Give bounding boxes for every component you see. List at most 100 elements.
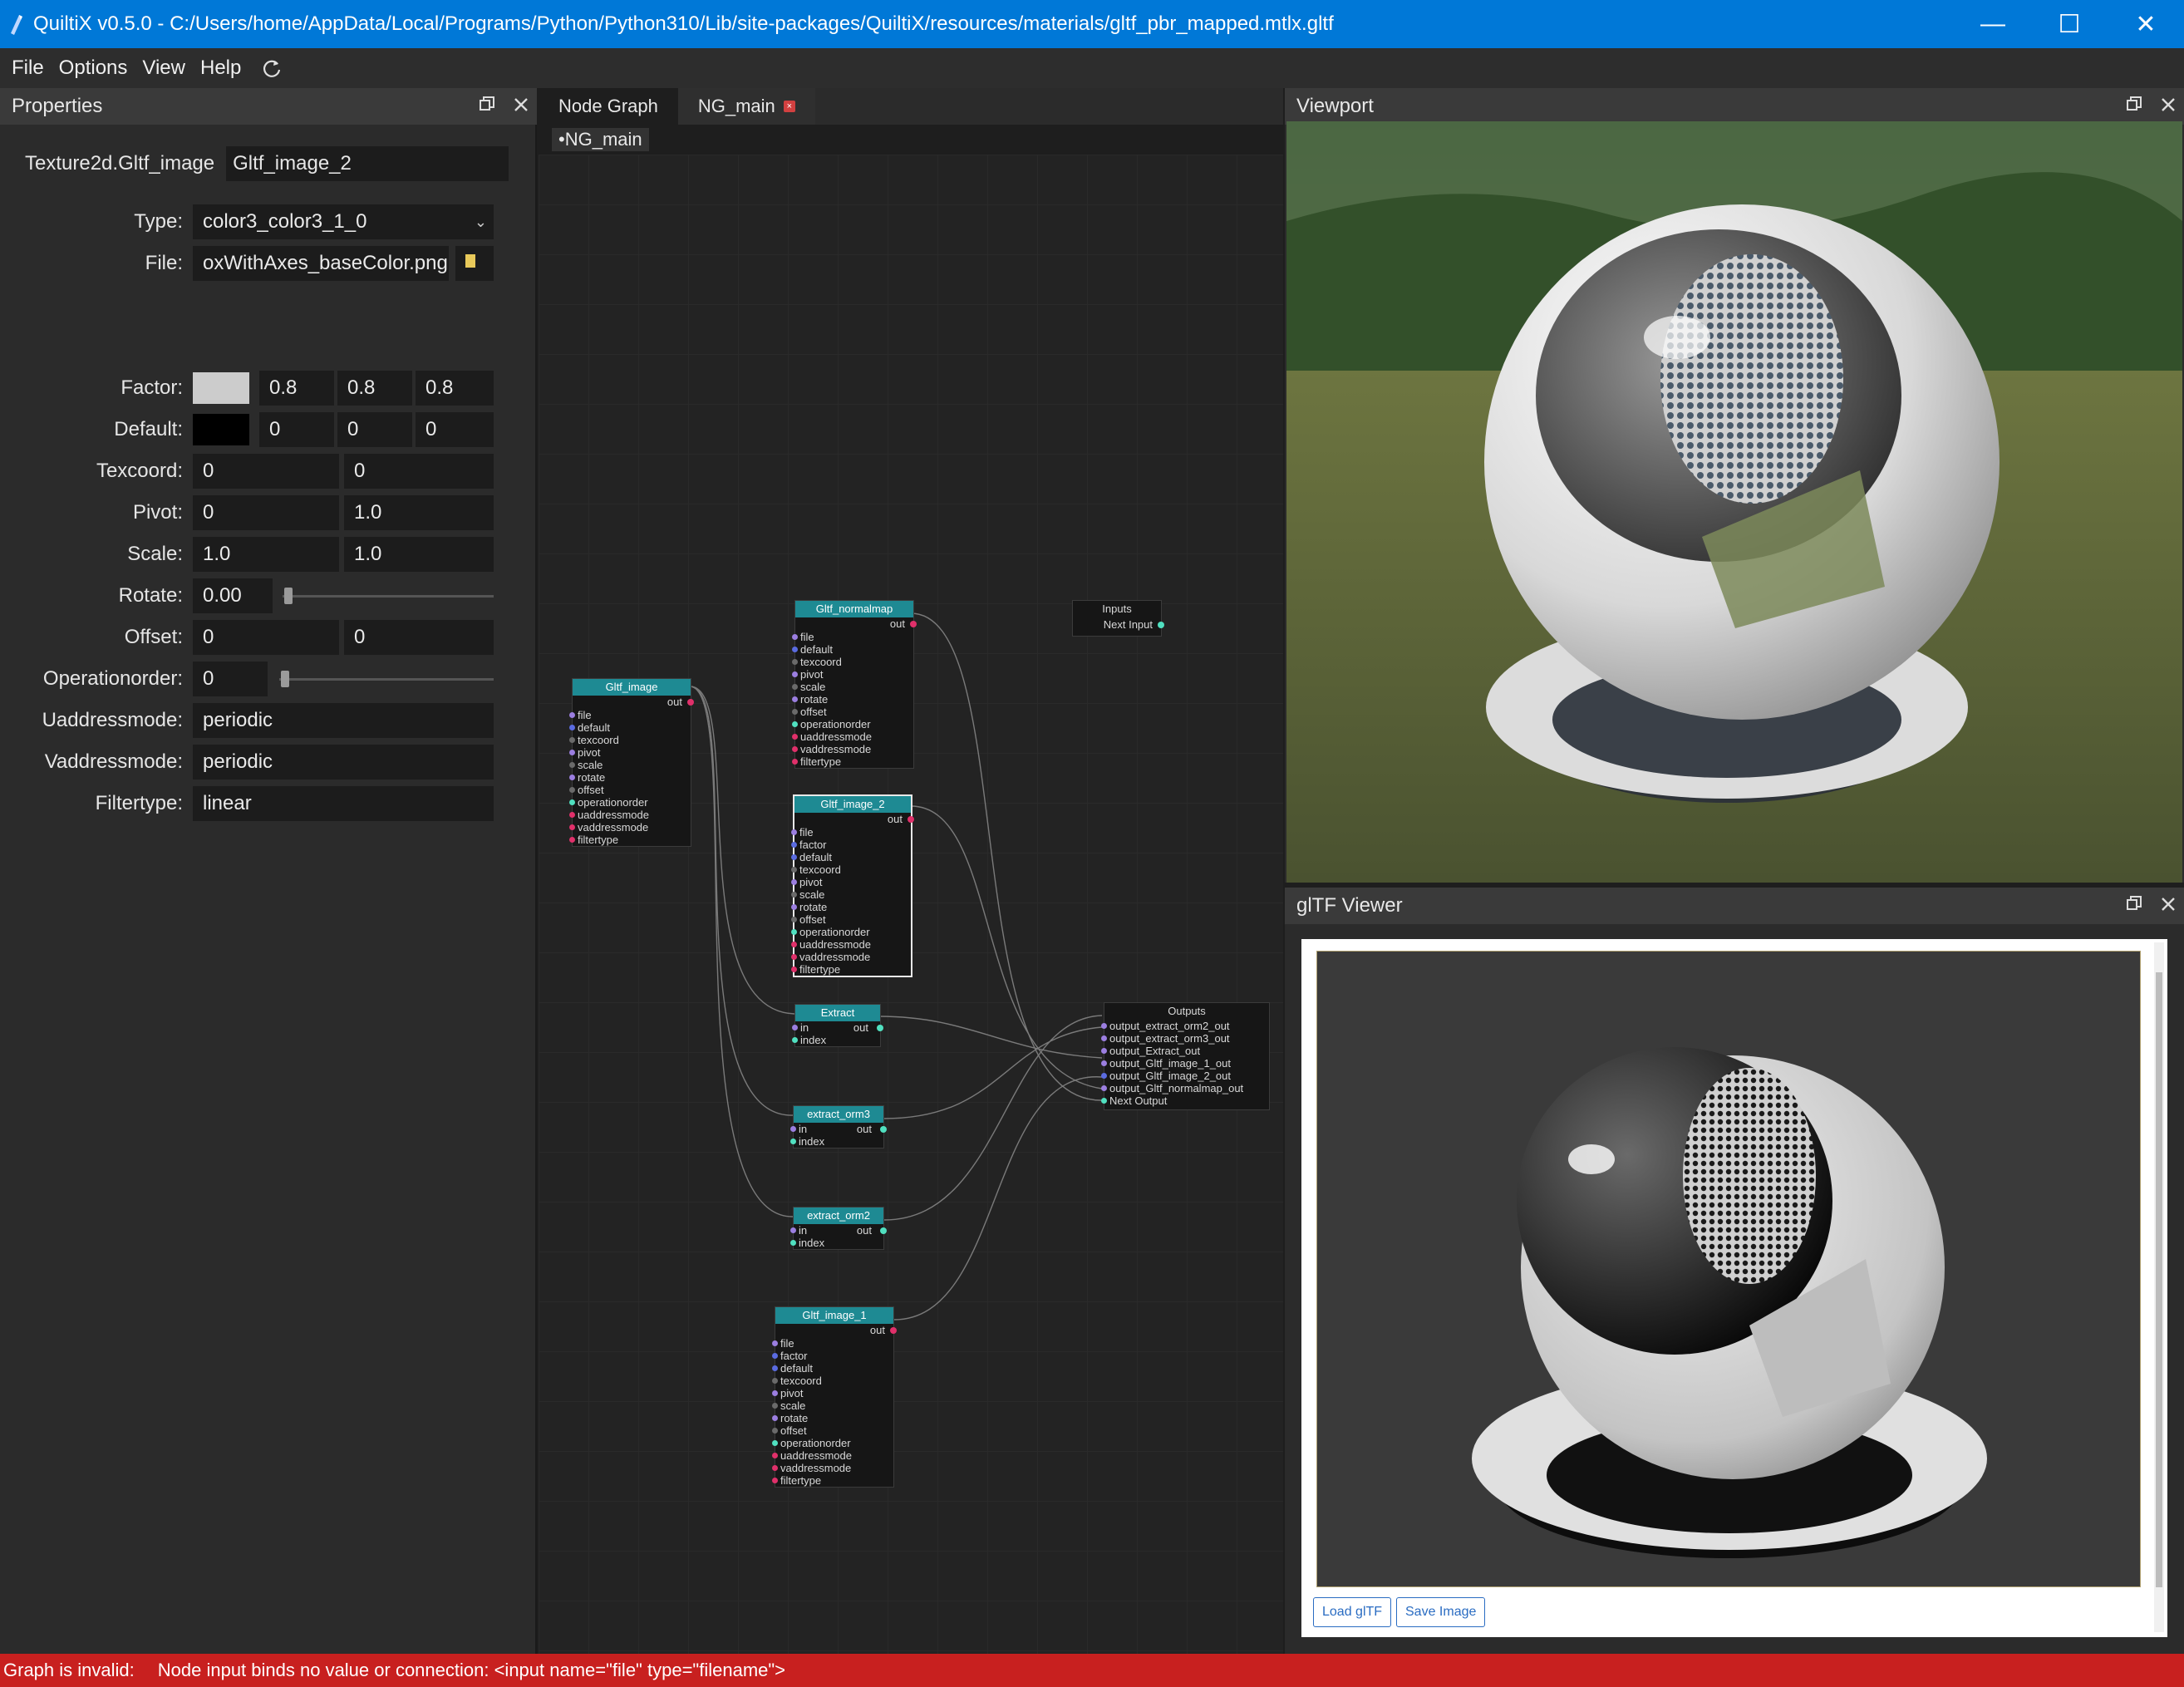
input-port[interactable]: operationorder: [792, 718, 913, 730]
texcoord-v-input[interactable]: 0: [344, 454, 494, 489]
float-panel-icon[interactable]: [2126, 894, 2142, 917]
input-port[interactable]: rotate: [772, 1412, 893, 1424]
gltf-render-canvas[interactable]: [1316, 951, 2141, 1587]
output-port[interactable]: Next Input: [1073, 617, 1164, 632]
input-port[interactable]: offset: [792, 706, 913, 718]
input-port[interactable]: output_extract_orm2_out: [1101, 1020, 1269, 1032]
input-port[interactable]: filtertype: [791, 963, 911, 976]
output-port-dot[interactable]: [890, 1327, 897, 1334]
node-gltf-image-2[interactable]: Gltf_image_2 out file factor default tex…: [791, 794, 914, 977]
input-port[interactable]: in out: [792, 1021, 883, 1034]
input-port[interactable]: rotate: [792, 693, 913, 706]
input-port[interactable]: rotate: [791, 901, 911, 913]
graph-canvas[interactable]: Gltf_normalmap out file default texcoord…: [539, 155, 1283, 1654]
input-port[interactable]: vaddressmode: [569, 821, 691, 834]
input-port[interactable]: texcoord: [791, 863, 911, 876]
rotate-input[interactable]: 0.00: [193, 578, 273, 613]
menu-help[interactable]: Help: [200, 57, 241, 80]
input-port[interactable]: filtertype: [569, 834, 691, 846]
input-port[interactable]: file: [772, 1337, 893, 1350]
node-gltf-image[interactable]: Gltf_image out file default texcoord piv…: [569, 678, 694, 847]
node-extract-orm3[interactable]: extract_orm3 in out index: [790, 1105, 887, 1148]
input-port[interactable]: vaddressmode: [792, 743, 913, 755]
output-port-dot[interactable]: [1158, 622, 1164, 628]
input-port[interactable]: pivot: [791, 876, 911, 888]
input-port[interactable]: file: [791, 826, 911, 839]
input-port[interactable]: pivot: [792, 668, 913, 681]
operationorder-input[interactable]: 0: [193, 662, 268, 696]
output-port-dot[interactable]: [880, 1126, 887, 1133]
close-panel-icon[interactable]: [2161, 894, 2176, 917]
input-port[interactable]: factor: [791, 839, 911, 851]
rotate-slider-handle[interactable]: [284, 588, 293, 604]
input-port[interactable]: offset: [569, 784, 691, 796]
factor-color-swatch[interactable]: [193, 372, 249, 404]
refresh-icon[interactable]: [261, 57, 283, 79]
input-port[interactable]: in out: [790, 1224, 887, 1237]
output-port-dot[interactable]: [880, 1227, 887, 1234]
output-port-dot[interactable]: [908, 816, 914, 823]
node-extract-orm2[interactable]: extract_orm2 in out index: [790, 1207, 887, 1250]
float-panel-icon[interactable]: [479, 95, 495, 118]
minimize-button[interactable]: —: [1955, 0, 2031, 48]
input-port[interactable]: scale: [792, 681, 913, 693]
node-output-port[interactable]: out: [573, 696, 694, 709]
input-port[interactable]: in out: [790, 1123, 887, 1135]
file-input[interactable]: oxWithAxes_baseColor.png: [193, 246, 449, 281]
node-gltf-normalmap[interactable]: Gltf_normalmap out file default texcoord…: [792, 600, 917, 769]
input-port[interactable]: pivot: [772, 1387, 893, 1399]
node-gltf-image-1[interactable]: Gltf_image_1 out file factor default tex…: [772, 1306, 897, 1488]
input-port[interactable]: index: [792, 1034, 880, 1046]
filtertype-input[interactable]: linear: [193, 786, 494, 821]
input-port[interactable]: file: [792, 631, 913, 643]
node-output-port[interactable]: out: [775, 1324, 897, 1337]
menu-file[interactable]: File: [12, 57, 44, 80]
input-port[interactable]: offset: [772, 1424, 893, 1437]
node-extract[interactable]: Extract in out index: [792, 1004, 883, 1047]
input-port[interactable]: output_Gltf_image_2_out: [1101, 1070, 1269, 1082]
input-port[interactable]: pivot: [569, 746, 691, 759]
float-panel-icon[interactable]: [2126, 95, 2142, 118]
default-g-input[interactable]: 0: [337, 412, 412, 447]
browse-file-button[interactable]: [455, 246, 494, 281]
default-color-swatch[interactable]: [193, 414, 249, 445]
input-port[interactable]: default: [791, 851, 911, 863]
input-port[interactable]: filtertype: [792, 755, 913, 768]
maximize-button[interactable]: ☐: [2031, 0, 2108, 48]
input-port[interactable]: scale: [791, 888, 911, 901]
input-port[interactable]: uaddressmode: [772, 1449, 893, 1462]
input-port[interactable]: output_Extract_out: [1101, 1045, 1269, 1057]
gltf-scrollbar[interactable]: [2154, 942, 2164, 1632]
input-port[interactable]: texcoord: [569, 734, 691, 746]
default-r-input[interactable]: 0: [259, 412, 334, 447]
offset-y-input[interactable]: 0: [344, 620, 494, 655]
input-port[interactable]: output_Gltf_normalmap_out: [1101, 1082, 1269, 1094]
input-port[interactable]: operationorder: [569, 796, 691, 809]
tab-node-graph[interactable]: Node Graph: [539, 88, 678, 125]
uaddressmode-input[interactable]: periodic: [193, 703, 494, 738]
menu-view[interactable]: View: [142, 57, 185, 80]
vaddressmode-input[interactable]: periodic: [193, 745, 494, 780]
scale-x-input[interactable]: 1.0: [193, 537, 339, 572]
factor-r-input[interactable]: 0.8: [259, 371, 334, 406]
gltf-scrollbar-thumb[interactable]: [2156, 972, 2162, 1587]
scale-y-input[interactable]: 1.0: [344, 537, 494, 572]
menu-options[interactable]: Options: [59, 57, 128, 80]
default-b-input[interactable]: 0: [416, 412, 494, 447]
texcoord-u-input[interactable]: 0: [193, 454, 339, 489]
input-port[interactable]: factor: [772, 1350, 893, 1362]
rotate-slider[interactable]: [283, 595, 494, 598]
input-port[interactable]: texcoord: [772, 1375, 893, 1387]
input-port[interactable]: uaddressmode: [569, 809, 691, 821]
input-port[interactable]: vaddressmode: [791, 951, 911, 963]
operationorder-slider-handle[interactable]: [281, 671, 289, 687]
input-port[interactable]: filtertype: [772, 1474, 893, 1487]
breadcrumb[interactable]: •NG_main: [552, 128, 649, 151]
input-port[interactable]: output_Gltf_image_1_out: [1101, 1057, 1269, 1070]
input-port[interactable]: scale: [569, 759, 691, 771]
output-port-dot[interactable]: [877, 1025, 883, 1031]
input-port[interactable]: index: [790, 1237, 883, 1249]
close-tab-icon[interactable]: ×: [783, 101, 795, 112]
output-port-dot[interactable]: [910, 621, 917, 627]
input-port[interactable]: uaddressmode: [792, 730, 913, 743]
